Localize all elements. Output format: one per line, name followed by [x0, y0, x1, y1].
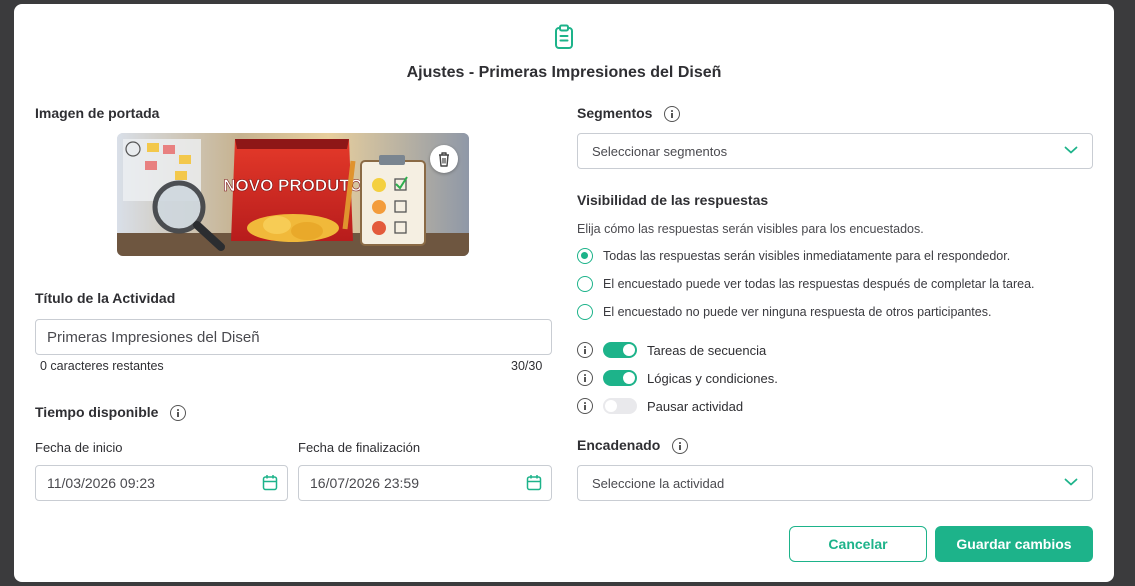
char-counter: 30/30 [511, 359, 543, 373]
end-date-input[interactable]: 16/07/2026 23:59 [298, 465, 552, 501]
logic-toggle-label: Lógicas y condiciones. [647, 370, 778, 386]
sequence-toggle-label: Tareas de secuencia [647, 342, 767, 358]
radio-unselected-icon[interactable] [577, 276, 593, 292]
activity-title-input[interactable]: Primeras Impresiones del Diseñ [35, 319, 552, 355]
info-icon[interactable] [664, 106, 681, 123]
info-icon[interactable] [672, 438, 689, 455]
cancel-button[interactable]: Cancelar [789, 526, 927, 562]
start-date-input[interactable]: 11/03/2026 09:23 [35, 465, 288, 501]
segments-text: Segmentos [577, 105, 653, 121]
toggle-row-logic: Lógicas y condiciones. [577, 370, 778, 386]
visibility-option-immediate[interactable]: Todas las respuestas serán visibles inme… [577, 248, 1010, 264]
chevron-down-icon [1064, 478, 1078, 486]
save-changes-button[interactable]: Guardar cambios [935, 526, 1093, 562]
logic-toggle[interactable] [603, 370, 637, 386]
trash-icon [439, 152, 449, 167]
calendar-icon[interactable] [526, 474, 542, 491]
visibility-option-text: Todas las respuestas serán visibles inme… [603, 249, 1011, 263]
toggle-row-pause: Pausar actividad [577, 398, 743, 414]
radio-selected-icon[interactable] [577, 248, 593, 264]
info-icon[interactable] [577, 342, 593, 358]
delete-cover-button[interactable] [430, 145, 458, 173]
visibility-label: Visibilidad de las respuestas [577, 192, 769, 208]
info-icon[interactable] [577, 398, 593, 414]
chevron-down-icon [1064, 146, 1078, 154]
end-date-label: Fecha de finalización [298, 440, 421, 455]
segments-placeholder: Seleccionar segmentos [592, 143, 728, 159]
chaining-text: Encadenado [577, 437, 661, 453]
chaining-placeholder: Seleccione la actividad [592, 475, 725, 491]
chaining-select[interactable]: Seleccione la actividad [577, 465, 1093, 501]
pause-toggle-label: Pausar actividad [647, 398, 744, 414]
visibility-option-after-task[interactable]: El encuestado puede ver todas las respue… [577, 276, 1035, 292]
visibility-option-none[interactable]: El encuestado no puede ver ninguna respu… [577, 304, 991, 320]
chaining-label: Encadenado [577, 437, 689, 455]
activity-title-label: Título de la Actividad [35, 290, 176, 306]
bag-label: NOVO PRODUTO [223, 176, 362, 195]
calendar-icon[interactable] [262, 474, 278, 491]
cover-image[interactable]: NOVO PRODUTO [117, 133, 469, 256]
start-date-value: 11/03/2026 09:23 [47, 475, 155, 491]
sequence-toggle[interactable] [603, 342, 637, 358]
cover-illustration: NOVO PRODUTO [117, 133, 469, 256]
end-date-value: 16/07/2026 23:59 [310, 475, 419, 491]
clipboard-icon [555, 24, 573, 49]
time-available-text: Tiempo disponible [35, 404, 159, 420]
segments-label: Segmentos [577, 105, 681, 123]
info-icon[interactable] [170, 405, 187, 422]
start-date-label: Fecha de inicio [35, 440, 123, 455]
radio-unselected-icon[interactable] [577, 304, 593, 320]
visibility-option-text: El encuestado puede ver todas las respue… [603, 277, 1035, 291]
cover-image-label: Imagen de portada [35, 105, 160, 121]
pause-toggle[interactable] [603, 398, 637, 414]
modal-title: Ajustes - Primeras Impresiones del Diseñ [406, 64, 722, 81]
toggle-row-sequence: Tareas de secuencia [577, 342, 766, 358]
segments-select[interactable]: Seleccionar segmentos [577, 133, 1093, 169]
settings-modal: Ajustes - Primeras Impresiones del Diseñ… [14, 4, 1114, 582]
visibility-option-text: El encuestado no puede ver ninguna respu… [603, 305, 992, 319]
visibility-description: Elija cómo las respuestas serán visibles… [577, 222, 924, 236]
time-available-label: Tiempo disponible [35, 404, 187, 422]
info-icon[interactable] [577, 370, 593, 386]
chars-remaining-text: 0 caracteres restantes [40, 359, 164, 373]
